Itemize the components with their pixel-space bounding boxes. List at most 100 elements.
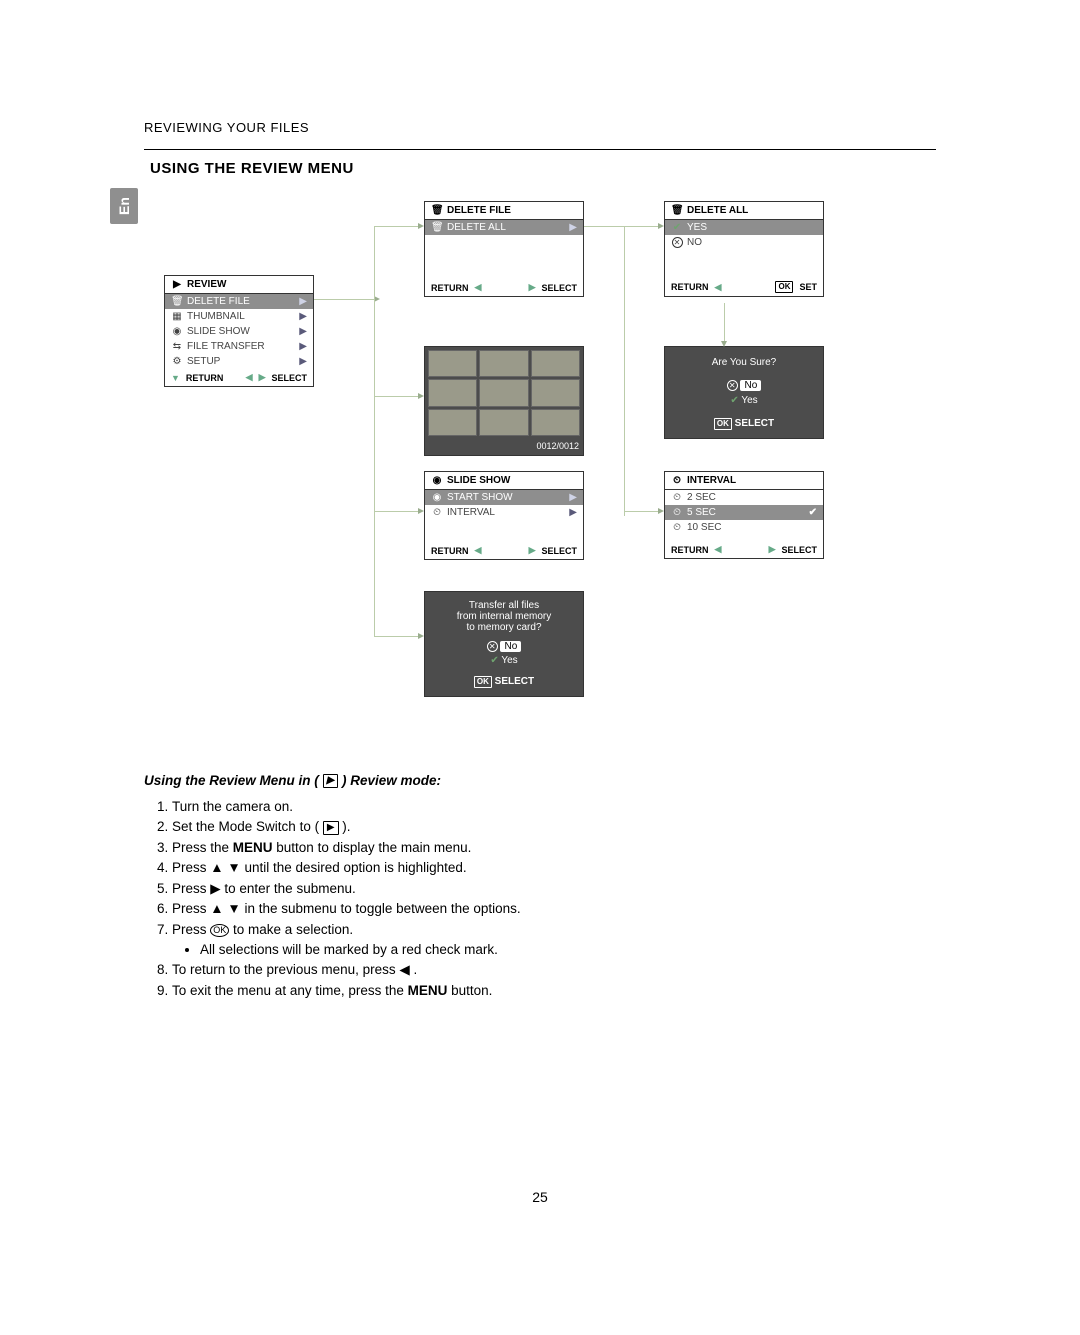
menu-item-thumbnail[interactable]: ▦THUMBNAIL▶	[165, 309, 313, 324]
interval-item[interactable]: ⏲INTERVAL▶	[425, 505, 583, 520]
instructions-block: Using the Review Menu in ( ▶ ) Review mo…	[144, 771, 936, 1000]
x-icon: ✕	[671, 237, 683, 248]
setup-icon: ⚙	[171, 356, 183, 367]
transfer-line2: from internal memory	[431, 611, 577, 622]
thumbnail-counter: 0012/0012	[425, 439, 583, 453]
start-show-item[interactable]: ◉ START SHOW ▶	[425, 490, 583, 505]
yes-option[interactable]: ✔ Yes	[431, 655, 577, 666]
yes-option[interactable]: ✔ Yes	[671, 395, 817, 406]
language-tab: En	[110, 188, 138, 224]
interval-title: ⏲ INTERVAL	[665, 472, 823, 490]
connector	[374, 396, 418, 397]
connector	[374, 226, 375, 636]
confirm-dialog: Are You Sure? ✕ No ✔ Yes OK SELECT	[664, 346, 824, 439]
no-item[interactable]: ✕NO	[665, 235, 823, 250]
panel-footer: RETURN ◀ OK SET	[665, 278, 823, 296]
menu-item-slideshow[interactable]: ◉ SLIDE SHOW ▶	[165, 324, 313, 339]
step-7: Press OK to make a selection. All select…	[172, 920, 936, 959]
confirm-footer: OK SELECT	[671, 414, 817, 434]
delete-all-item[interactable]: 🗑DELETE ALL▶	[425, 220, 583, 235]
menu-label: INTERVAL	[447, 507, 495, 518]
connector	[374, 226, 418, 227]
title-text: DELETE ALL	[687, 205, 748, 216]
return-label: RETURN	[671, 545, 709, 555]
delete-file-panel: 🗑DELETE FILE 🗑DELETE ALL▶ RETURN ◀ ▶ SEL…	[424, 201, 584, 297]
menu-item-delete-file[interactable]: 🗑DELETE FILE▶	[165, 294, 313, 309]
thumbnail-cell[interactable]	[531, 379, 580, 406]
clock-icon: ⏲	[671, 475, 683, 486]
slideshow-icon: ◉	[431, 475, 443, 486]
confirm-prompt: Are You Sure?	[671, 357, 817, 368]
thumbnail-cell[interactable]	[531, 350, 580, 377]
select-label: SELECT	[541, 283, 577, 293]
slideshow-panel: ◉SLIDE SHOW ◉START SHOW▶ ⏲INTERVAL▶ RETU…	[424, 471, 584, 560]
left-arrow-icon: ◀	[715, 544, 722, 555]
chevron-right-icon: ▶	[299, 356, 307, 367]
set-label: SET	[799, 282, 817, 292]
chevron-right-icon: ▶	[299, 311, 307, 322]
play-icon: ▶	[171, 279, 183, 290]
trash-icon: 🗑	[671, 205, 683, 216]
trash-icon: 🗑	[431, 222, 443, 233]
select-label: SELECT	[781, 545, 817, 555]
select-label: SELECT	[735, 418, 774, 429]
right-arrow-icon: ▶	[769, 544, 776, 555]
transfer-dialog: Transfer all files from internal memory …	[424, 591, 584, 697]
thumbnail-cell[interactable]	[428, 350, 477, 377]
menu-label: 5 SEC	[687, 507, 716, 518]
section-header: REVIEWING YOUR FILES	[144, 120, 309, 139]
thumbnail-cell[interactable]	[428, 379, 477, 406]
play-icon: ▶	[323, 774, 339, 788]
clock-icon: ⏲	[671, 522, 683, 533]
review-menu-panel: ▶ REVIEW 🗑DELETE FILE▶ ▦THUMBNAIL▶ ◉SLID…	[164, 275, 314, 387]
no-label: No	[740, 380, 761, 391]
slideshow-icon: ◉	[171, 326, 183, 337]
clock-icon: ⏲	[671, 492, 683, 503]
title-text: DELETE FILE	[447, 205, 511, 216]
menu-label: START SHOW	[447, 492, 513, 503]
return-label: RETURN	[431, 283, 469, 293]
yes-item[interactable]: ✔YES	[665, 220, 823, 235]
delete-all-title: 🗑 DELETE ALL	[665, 202, 823, 220]
interval-5sec[interactable]: ⏲5 SEC✔	[665, 505, 823, 520]
thumbnail-cell[interactable]	[428, 409, 477, 436]
connector	[624, 226, 658, 227]
no-option[interactable]: ✕ No	[431, 641, 577, 652]
connector	[624, 511, 658, 512]
trash-icon: 🗑	[431, 205, 443, 216]
step-3: Press the MENU button to display the mai…	[172, 838, 936, 858]
yes-label: Yes	[501, 655, 517, 666]
no-option[interactable]: ✕ No	[671, 380, 817, 391]
menu-label: SLIDE SHOW	[187, 326, 250, 337]
clock-icon: ⏲	[431, 507, 443, 518]
menu-label: THUMBNAIL	[187, 311, 245, 322]
interval-2sec[interactable]: ⏲2 SEC	[665, 490, 823, 505]
interval-10sec[interactable]: ⏲10 SEC	[665, 520, 823, 535]
slideshow-icon: ◉	[431, 492, 443, 503]
connector	[584, 226, 624, 227]
left-arrow-icon: ◀	[246, 372, 253, 383]
transfer-footer: OK SELECT	[431, 672, 577, 692]
ok-icon: OK	[775, 281, 793, 293]
thumbnail-cell[interactable]	[479, 350, 528, 377]
step-5: Press ▶ to enter the submenu.	[172, 879, 936, 899]
interval-panel: ⏲INTERVAL ⏲2 SEC ⏲5 SEC✔ ⏲10 SEC RETURN …	[664, 471, 824, 559]
ok-icon: OK	[210, 924, 229, 937]
menu-item-filetransfer[interactable]: ⇆FILE TRANSFER▶	[165, 339, 313, 354]
thumbnail-cell[interactable]	[479, 379, 528, 406]
menu-item-setup[interactable]: ⚙SETUP▶	[165, 354, 313, 369]
menu-label: DELETE FILE	[187, 296, 250, 307]
thumbnail-cell[interactable]	[531, 409, 580, 436]
delete-file-title: 🗑 DELETE FILE	[425, 202, 583, 220]
panel-footer: RETURN ◀ ▶ SELECT	[425, 542, 583, 559]
down-arrow-icon: ▼	[171, 373, 180, 383]
delete-all-panel: 🗑 DELETE ALL ✔YES ✕NO RETURN ◀ OK SET	[664, 201, 824, 297]
clock-icon: ⏲	[671, 507, 683, 518]
connector	[624, 226, 625, 516]
thumbnail-cell[interactable]	[479, 409, 528, 436]
trash-icon: 🗑	[171, 296, 183, 307]
title-text: INTERVAL	[687, 475, 736, 486]
chevron-right-icon: ▶	[569, 492, 577, 503]
step-4: Press ▲ ▼ until the desired option is hi…	[172, 858, 936, 878]
chevron-right-icon: ▶	[299, 326, 307, 337]
